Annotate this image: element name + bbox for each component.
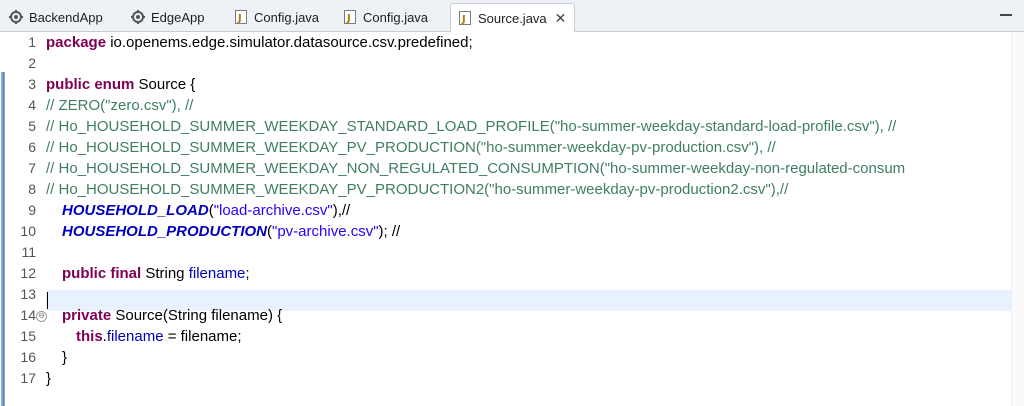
line-number: 12: [20, 265, 36, 281]
code-line-16: }: [62, 349, 68, 366]
code-line-7: // Ho_HOUSEHOLD_SUMMER_WEEKDAY_NON_REGUL…: [46, 160, 906, 177]
code-area[interactable]: package io.openems.edge.simulator.dataso…: [46, 32, 1024, 406]
text-caret: [47, 292, 48, 309]
line-number: 8: [28, 181, 36, 197]
line-number-gutter: 1 2 3 4 5 6 7 8 9 10 11 12 13 14 ⊖ 15 16…: [6, 32, 47, 406]
line-number: 11: [21, 244, 36, 260]
line-number: 10: [20, 223, 36, 239]
code-line-12: public final String filename;: [62, 265, 250, 282]
svg-text:J: J: [461, 14, 466, 25]
line-number: 15: [20, 328, 36, 344]
tab-backendapp[interactable]: BackendApp: [8, 4, 103, 30]
line-number: 7: [28, 160, 36, 176]
tab-config-java-2[interactable]: J Config.java: [342, 4, 428, 30]
java-file-icon: J: [457, 10, 473, 26]
tab-label: EdgeApp: [151, 9, 205, 25]
code-line-15: this.filename = filename;: [76, 328, 242, 345]
close-icon[interactable]: ✕: [555, 10, 567, 27]
tab-edgeapp[interactable]: EdgeApp: [130, 4, 205, 30]
code-line-6: // Ho_HOUSEHOLD_SUMMER_WEEKDAY_PV_PRODUC…: [46, 139, 776, 156]
tab-source-java[interactable]: J Source.java ✕: [450, 3, 576, 33]
code-line-14: private Source(String filename) {: [62, 307, 283, 324]
code-line-10: HOUSEHOLD_PRODUCTION("pv-archive.csv"); …: [62, 223, 401, 240]
code-line-5: // Ho_HOUSEHOLD_SUMMER_WEEKDAY_STANDARD_…: [46, 118, 897, 135]
code-editor[interactable]: 1 2 3 4 5 6 7 8 9 10 11 12 13 14 ⊖ 15 16…: [0, 32, 1024, 406]
line-number: 5: [28, 118, 36, 134]
tab-config-java-1[interactable]: J Config.java: [233, 4, 319, 30]
minimize-icon[interactable]: [1000, 6, 1014, 18]
code-line-4: // ZERO("zero.csv"), //: [46, 97, 194, 114]
line-number: 14: [20, 307, 36, 323]
code-line-17: }: [46, 370, 52, 387]
line-number: 4: [28, 97, 36, 113]
editor-tab-bar: BackendApp EdgeApp J Config.java J Confi…: [0, 0, 1024, 33]
line-number: 6: [28, 139, 36, 155]
tab-label: Source.java: [478, 10, 547, 26]
code-line-9: HOUSEHOLD_LOAD("load-archive.csv"),//: [62, 202, 351, 219]
line-number: 2: [28, 55, 36, 71]
code-line-1: package io.openems.edge.simulator.dataso…: [46, 34, 473, 51]
svg-text:J: J: [346, 13, 351, 24]
line-number: 1: [28, 34, 36, 50]
java-file-icon: J: [342, 9, 358, 25]
line-number: 13: [20, 286, 36, 302]
app-icon: [8, 9, 24, 25]
java-file-icon: J: [233, 9, 249, 25]
line-number: 9: [28, 202, 36, 218]
line-number: 3: [28, 76, 36, 92]
tab-label: Config.java: [363, 9, 429, 25]
tab-label: BackendApp: [29, 9, 103, 25]
tab-label: Config.java: [254, 9, 320, 25]
line-number: 16: [20, 349, 36, 365]
app-icon: [130, 9, 146, 25]
code-line-8: // Ho_HOUSEHOLD_SUMMER_WEEKDAY_PV_PRODUC…: [46, 181, 789, 198]
vertical-scrollbar[interactable]: [1011, 32, 1024, 406]
svg-text:J: J: [237, 13, 242, 24]
code-line-3: public enum Source {: [46, 76, 196, 93]
line-number: 17: [20, 370, 36, 386]
